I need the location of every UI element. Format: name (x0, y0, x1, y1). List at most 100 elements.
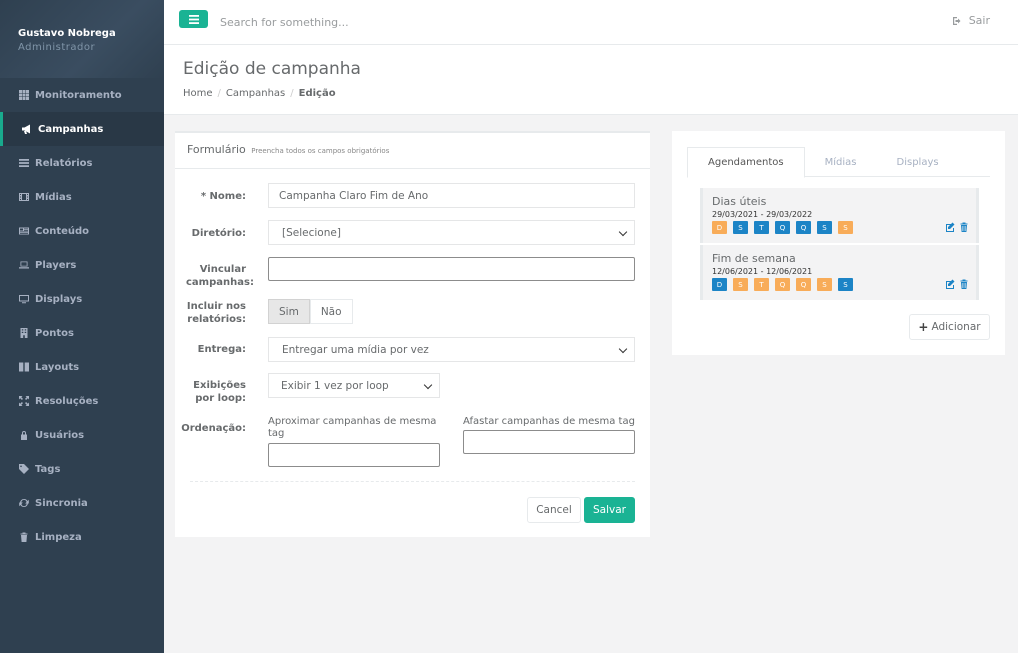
trash-icon[interactable] (959, 222, 969, 232)
schedule-item: Fim de semana 12/06/2021 - 12/06/2021 D S T Q… (700, 245, 979, 300)
form-subtitle: Preencha todos os campos obrigatórios (251, 147, 390, 155)
day-badge: Q (796, 278, 811, 291)
directory-select[interactable]: [Selecione] (268, 220, 635, 245)
sidebar-item-label: Resoluções (35, 395, 99, 407)
monitor-icon (18, 294, 29, 305)
away-label: Afastar campanhas de mesma tag (463, 416, 635, 427)
schedule-days: DSTQQSS (712, 278, 976, 291)
side-panel: Agendamentos Mídias Displays Dias úteis 29/… (672, 131, 1005, 355)
sidebar: Gustavo Nobrega Administrador Monitorame… (0, 0, 164, 653)
expand-icon (18, 396, 29, 407)
sidebar-item-resolucoes[interactable]: Resoluções (0, 384, 164, 418)
user-profile[interactable]: Gustavo Nobrega Administrador (0, 0, 164, 78)
cancel-button[interactable]: Cancel (527, 497, 581, 523)
day-badge: T (754, 221, 769, 234)
name-input-value: Campanha Claro Fim de Ano (279, 189, 429, 202)
day-badge: D (712, 278, 727, 291)
sidebar-item-midias[interactable]: Mídias (0, 180, 164, 214)
save-button[interactable]: Salvar (584, 497, 635, 523)
lock-icon (18, 430, 29, 441)
logout-label: Sair (968, 14, 990, 27)
form-divider (190, 481, 635, 482)
sidebar-nav: Monitoramento Campanhas Relatórios Mídias Co… (0, 78, 164, 554)
exhibitions-select[interactable]: Exibir 1 vez por loop (268, 373, 440, 398)
film-icon (18, 192, 29, 203)
plus-icon: + (918, 320, 929, 334)
schedule-item: Dias úteis 29/03/2021 - 29/03/2022 D S T Q Q S S (700, 188, 979, 243)
away-input[interactable] (463, 430, 635, 454)
day-badge: S (733, 221, 748, 234)
user-role: Administrador (18, 42, 96, 53)
sidebar-item-label: Monitoramento (35, 89, 122, 101)
trash-icon[interactable] (959, 279, 969, 289)
day-badge: Q (775, 221, 790, 234)
sidebar-item-tags[interactable]: Tags (0, 452, 164, 486)
include-no-button[interactable]: Não (309, 299, 353, 324)
sidebar-item-conteudo[interactable]: Conteúdo (0, 214, 164, 248)
name-label: * Nome: (200, 191, 246, 202)
edit-icon[interactable] (946, 222, 956, 232)
form-panel-title: Formulário Preencha todos os campos obri… (175, 133, 650, 169)
add-schedule-button[interactable]: + Adicionar (909, 314, 990, 340)
page-title: Edição de campanha (183, 59, 361, 79)
approx-input[interactable] (268, 443, 440, 467)
hamburger-icon (188, 14, 199, 24)
sidebar-item-layouts[interactable]: Layouts (0, 350, 164, 384)
sidebar-item-label: Conteúdo (35, 225, 90, 237)
refresh-icon (18, 498, 29, 509)
sign-out-icon (952, 16, 961, 25)
logout-button[interactable]: Sair (952, 14, 990, 27)
tab-displays[interactable]: Displays (877, 147, 959, 177)
include-yes-button[interactable]: Sim (268, 299, 310, 324)
sidebar-item-label: Mídias (35, 191, 72, 203)
name-input[interactable]: Campanha Claro Fim de Ano (268, 183, 635, 208)
topbar: Sair (164, 0, 1018, 45)
day-badge: S (838, 278, 853, 291)
ordering-label: Ordenação: (181, 423, 246, 434)
bullhorn-icon (21, 124, 32, 135)
menu-toggle-button[interactable] (179, 10, 208, 28)
user-name: Gustavo Nobrega (18, 28, 116, 39)
directory-select-value: [Selecione] (282, 226, 341, 239)
sidebar-item-monitoramento[interactable]: Monitoramento (0, 78, 164, 112)
sidebar-item-displays[interactable]: Displays (0, 282, 164, 316)
columns-icon (18, 362, 29, 373)
breadcrumb-separator: / (217, 88, 221, 99)
building-icon (18, 328, 29, 339)
sidebar-item-relatorios[interactable]: Relatórios (0, 146, 164, 180)
search-input[interactable] (220, 14, 620, 30)
sidebar-item-players[interactable]: Players (0, 248, 164, 282)
page-heading: Edição de campanha Home / Campanhas / Ed… (164, 45, 1018, 115)
sidebar-item-pontos[interactable]: Pontos (0, 316, 164, 350)
breadcrumb-separator: / (290, 88, 294, 99)
tag-icon (18, 464, 29, 475)
sidebar-item-label: Layouts (35, 361, 80, 373)
add-schedule-label: Adicionar (931, 321, 981, 333)
delivery-select[interactable]: Entregar uma mídia por vez (268, 337, 635, 362)
sidebar-item-label: Players (35, 259, 77, 271)
breadcrumb-campanhas[interactable]: Campanhas (226, 88, 285, 99)
breadcrumb-home[interactable]: Home (183, 88, 213, 99)
exhibitions-label: Exibições por loop: (193, 380, 246, 404)
day-badge: D (712, 221, 727, 234)
schedule-actions (943, 279, 969, 289)
sidebar-item-label: Usuários (35, 429, 85, 441)
day-badge: S (733, 278, 748, 291)
form-panel: Formulário Preencha todos os campos obri… (175, 131, 650, 537)
sidebar-item-usuarios[interactable]: Usuários (0, 418, 164, 452)
sidebar-item-label: Relatórios (35, 157, 93, 169)
sidebar-item-label: Sincronia (35, 497, 88, 509)
exhibitions-select-value: Exibir 1 vez por loop (281, 379, 389, 392)
list-icon (18, 158, 29, 169)
directory-label: Diretório: (191, 228, 246, 239)
link-campaigns-input[interactable] (268, 257, 635, 281)
trash-icon (18, 532, 29, 543)
edit-icon[interactable] (946, 279, 956, 289)
sidebar-item-campanhas[interactable]: Campanhas (0, 112, 164, 146)
schedule-title: Fim de semana (712, 252, 796, 265)
schedule-dates: 12/06/2021 - 12/06/2021 (712, 267, 813, 276)
sidebar-item-sincronia[interactable]: Sincronia (0, 486, 164, 520)
tab-midias[interactable]: Mídias (805, 147, 877, 177)
sidebar-item-limpeza[interactable]: Limpeza (0, 520, 164, 554)
tab-agendamentos[interactable]: Agendamentos (687, 147, 805, 178)
